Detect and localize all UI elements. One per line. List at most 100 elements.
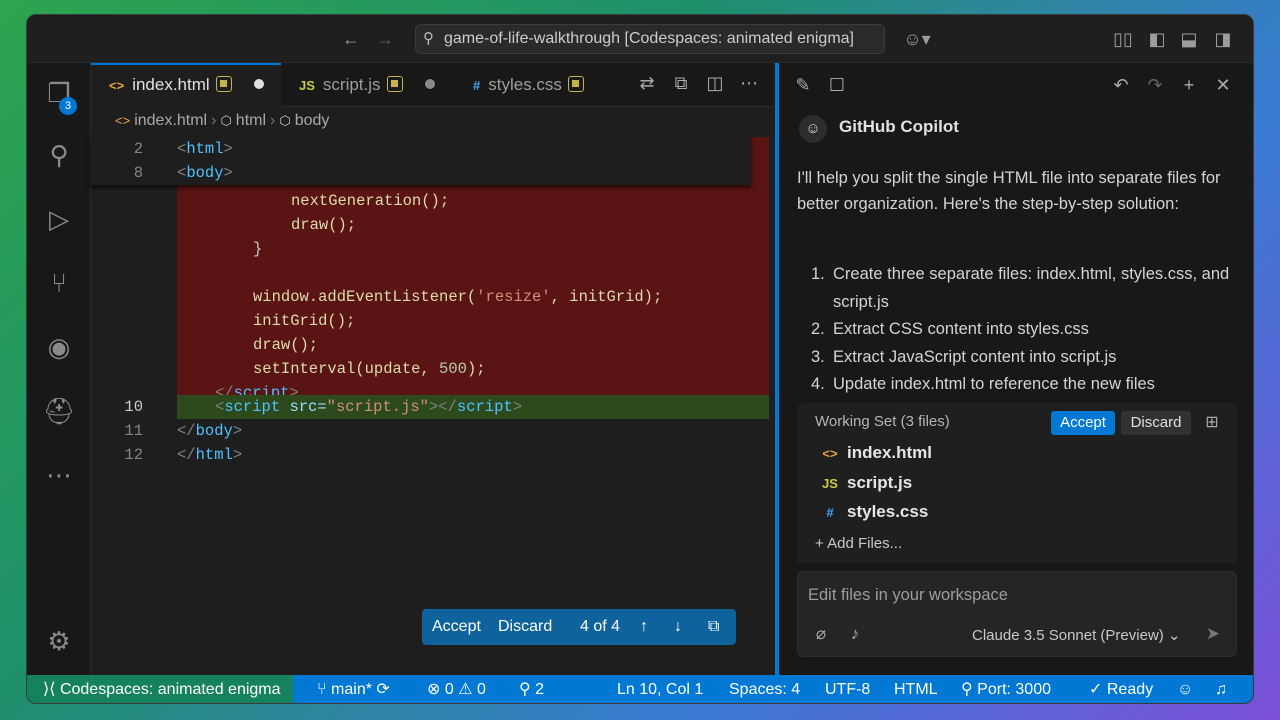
- forwarded-port[interactable]: ⚲ Port: 3000: [961, 675, 1051, 703]
- title-bar: ← → ⚲ game-of-life-walkthrough [Codespac…: [27, 15, 1253, 63]
- customize-layout-icon[interactable]: ▯▯: [1111, 27, 1135, 51]
- previous-change-icon[interactable]: ↑: [640, 609, 648, 645]
- working-set-file[interactable]: JS script.js: [819, 473, 912, 493]
- remote-explorer-icon[interactable]: ⛑: [41, 393, 77, 429]
- toggle-sidebar-icon[interactable]: ◧: [1145, 27, 1169, 51]
- code-token: , initGrid);: [550, 288, 663, 306]
- js-file-icon: JS: [299, 78, 315, 93]
- discard-all-button[interactable]: Discard: [1121, 411, 1191, 435]
- toggle-secondary-sidebar-icon[interactable]: ◨: [1211, 27, 1235, 51]
- warning-icon: ⚠: [458, 681, 478, 698]
- breadcrumb: <> index.html › ⬡ html › ⬡ body: [115, 112, 330, 129]
- split-editor-icon[interactable]: ◫: [703, 73, 727, 94]
- script-tag: script: [224, 398, 281, 416]
- notifications-bell-icon[interactable]: ♫: [1215, 675, 1227, 703]
- code-line: }: [253, 240, 263, 258]
- accept-change-button[interactable]: Accept: [432, 609, 481, 645]
- code-line: nextGeneration();: [291, 192, 450, 210]
- breadcrumb-item[interactable]: index.html: [134, 112, 207, 129]
- code-editor[interactable]: 2 <html> 8 <body> nextGeneration(); draw()…: [91, 137, 773, 597]
- tab-index-html[interactable]: <> index.html: [91, 63, 281, 107]
- working-set-file[interactable]: # styles.css: [819, 502, 928, 522]
- html-file-icon: <>: [822, 446, 838, 461]
- ready-status[interactable]: ✓ Ready: [1089, 675, 1153, 703]
- error-icon: ⊗: [427, 681, 445, 698]
- list-item: 2. Extract CSS content into styles.css: [811, 320, 1089, 338]
- microphone-icon[interactable]: ♪: [844, 624, 866, 644]
- language-mode[interactable]: HTML: [894, 675, 938, 703]
- chat-input-box[interactable]: Edit files in your workspace ⌀ ♪ Claude …: [797, 571, 1237, 657]
- sync-icon[interactable]: ⟳: [376, 681, 389, 698]
- sticky-scroll: 2 <html> 8 <body>: [91, 137, 751, 185]
- forward-arrow-icon[interactable]: →: [373, 27, 397, 51]
- breadcrumb-item[interactable]: body: [295, 112, 330, 129]
- branch-icon: ⑂: [317, 681, 332, 698]
- remote-icon: ⟩⟨: [43, 681, 60, 698]
- redo-icon[interactable]: ↷: [1143, 73, 1167, 97]
- settings-gear-icon[interactable]: ⚙: [41, 623, 77, 659]
- tab-label: script.js: [322, 75, 381, 94]
- code-token: 500: [439, 360, 467, 378]
- plus-icon: +: [815, 535, 828, 552]
- toggle-panel-icon[interactable]: ⬓: [1177, 27, 1201, 51]
- close-icon[interactable]: ✕: [1211, 73, 1235, 97]
- send-icon[interactable]: ➤: [1202, 624, 1224, 644]
- working-set-file[interactable]: <> index.html: [819, 443, 932, 463]
- editor-actions: ⇄ ⧉ ◫ ⋯: [625, 73, 761, 97]
- cursor-position[interactable]: Ln 10, Col 1: [617, 675, 703, 703]
- unsaved-dot-icon[interactable]: [424, 79, 435, 89]
- accept-all-button[interactable]: Accept: [1051, 411, 1115, 435]
- command-center-label: game-of-life-walkthrough [Codespaces: an…: [444, 30, 854, 47]
- chevron-down-icon: ⌄: [1167, 627, 1181, 644]
- command-center[interactable]: ⚲ game-of-life-walkthrough [Codespaces: …: [415, 24, 885, 54]
- chat-icon[interactable]: ☐: [825, 73, 849, 97]
- problems-indicator[interactable]: ⊗ 0 ⚠ 0: [427, 675, 486, 703]
- search-icon: ⚲: [423, 30, 434, 47]
- search-icon[interactable]: ⚲: [41, 137, 77, 173]
- source-control-icon[interactable]: ⑂: [41, 265, 77, 301]
- line-number: 10: [124, 398, 143, 416]
- body-tag: body: [195, 422, 233, 440]
- copilot-status-icon[interactable]: ☺: [1177, 675, 1193, 703]
- indentation[interactable]: Spaces: 4: [729, 675, 800, 703]
- script-tag: script: [456, 398, 513, 416]
- tab-script-js[interactable]: JS script.js: [281, 63, 455, 107]
- working-set-title: Working Set (3 files): [815, 413, 950, 430]
- html-file-icon: <>: [115, 113, 131, 128]
- compare-changes-icon[interactable]: ⇄: [635, 73, 659, 94]
- copilot-edits-icon[interactable]: ✎: [791, 73, 815, 97]
- copilot-menu-icon[interactable]: ☺▾: [897, 27, 937, 51]
- view-changes-icon[interactable]: ⊞: [1201, 411, 1223, 435]
- open-diff-icon[interactable]: ⧉: [708, 609, 719, 645]
- remote-indicator[interactable]: ⟩⟨ Codespaces: animated enigma: [27, 675, 293, 703]
- encoding[interactable]: UTF-8: [825, 675, 870, 703]
- line-number: 11: [124, 422, 143, 440]
- copilot-avatar-icon: ☺: [799, 115, 827, 143]
- next-change-icon[interactable]: ↓: [674, 609, 682, 645]
- add-files-button[interactable]: + Add Files...: [815, 535, 902, 552]
- undo-icon[interactable]: ↶: [1109, 73, 1133, 97]
- open-preview-icon[interactable]: ⧉: [669, 73, 693, 94]
- code-token: window.addEventListener(: [253, 288, 477, 306]
- breadcrumb-item[interactable]: html: [236, 112, 266, 129]
- activity-bar: ❐ 3 ⚲ ▷ ⑂ ◉ ⛑ ⋯ ⚙: [27, 63, 91, 675]
- unsaved-dot-icon[interactable]: [253, 79, 264, 89]
- new-edit-session-icon[interactable]: +: [1177, 73, 1201, 97]
- tab-styles-css[interactable]: # styles.css: [455, 63, 621, 107]
- copilot-chat-panel: ✎ ☐ ↶ ↷ + ✕ ☺ GitHub Copilot I'll help yo…: [775, 63, 1253, 675]
- ports-indicator[interactable]: ⚲ 2: [519, 675, 544, 703]
- chat-header: ✎ ☐ ↶ ↷ + ✕: [779, 63, 1253, 107]
- discard-change-button[interactable]: Discard: [498, 609, 552, 645]
- status-bar: ⟩⟨ Codespaces: animated enigma ⑂ main* ⟳…: [27, 675, 1253, 703]
- branch-indicator[interactable]: ⑂ main* ⟳: [317, 675, 390, 703]
- line-number: 12: [124, 446, 143, 464]
- attach-icon[interactable]: ⌀: [810, 624, 832, 644]
- back-arrow-icon[interactable]: ←: [339, 27, 363, 51]
- github-icon[interactable]: ◉: [41, 329, 77, 365]
- more-icon[interactable]: ⋯: [41, 457, 77, 493]
- line-number: 8: [133, 164, 143, 182]
- src-value: "script.js": [326, 398, 429, 416]
- run-debug-icon[interactable]: ▷: [41, 201, 77, 237]
- model-picker[interactable]: Claude 3.5 Sonnet (Preview) ⌄: [972, 626, 1181, 644]
- more-actions-icon[interactable]: ⋯: [737, 73, 761, 94]
